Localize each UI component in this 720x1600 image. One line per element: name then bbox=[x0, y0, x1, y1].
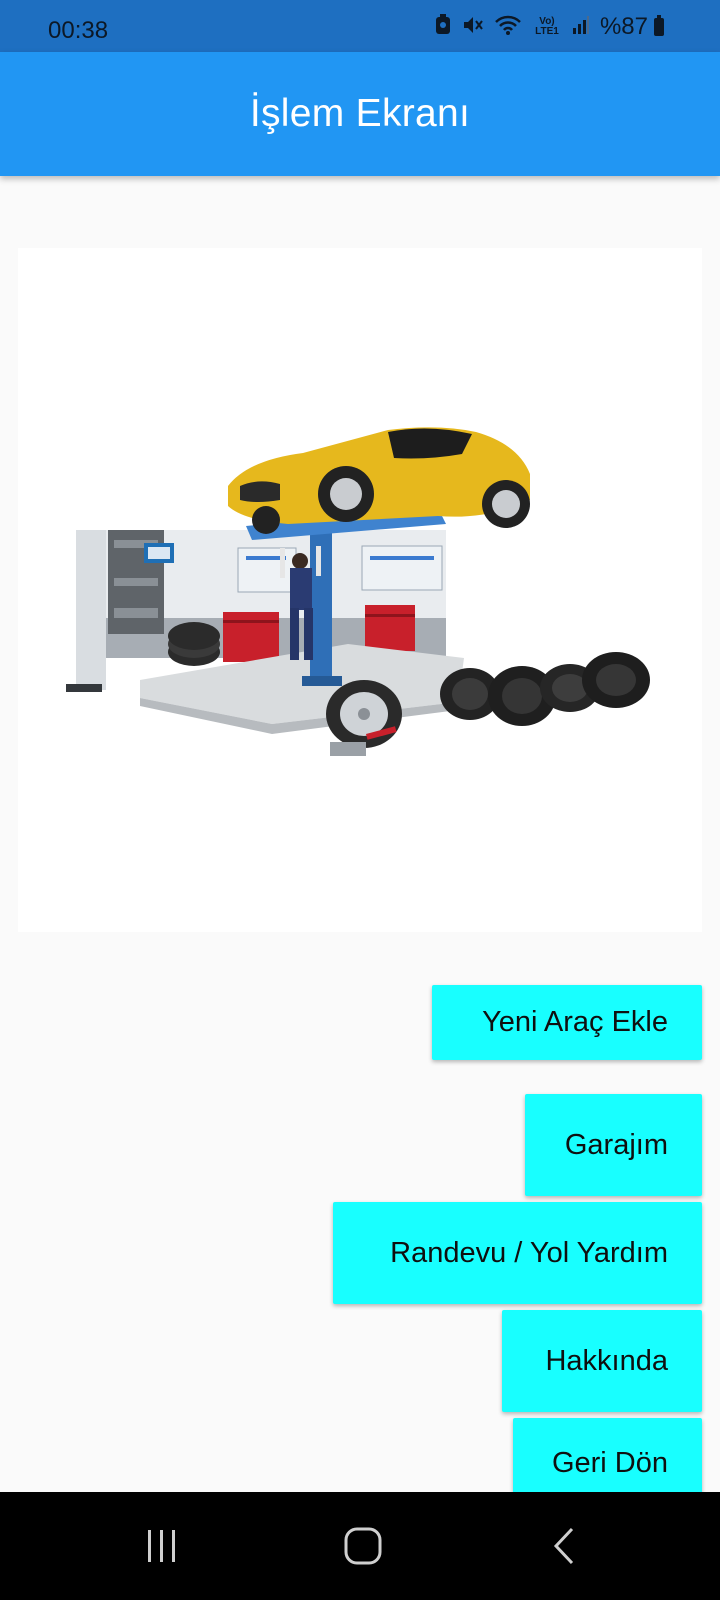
vibrate-mute-icon bbox=[462, 14, 484, 41]
recent-apps-button[interactable] bbox=[132, 1516, 192, 1576]
back-button[interactable] bbox=[534, 1516, 594, 1576]
wifi-icon bbox=[494, 14, 522, 41]
notification-icon bbox=[434, 13, 452, 41]
volte-icon: Vo) LTE1 bbox=[532, 17, 562, 37]
home-button[interactable] bbox=[333, 1516, 393, 1576]
back-icon bbox=[553, 1527, 574, 1565]
status-bar: 00:38 Vo) LTE1 %87 bbox=[0, 0, 720, 52]
battery-icon bbox=[654, 15, 664, 36]
my-garage-button[interactable]: Garajım bbox=[525, 1094, 702, 1196]
hero-image bbox=[18, 248, 702, 932]
add-new-vehicle-button[interactable]: Yeni Araç Ekle bbox=[432, 985, 702, 1060]
recent-apps-icon bbox=[148, 1530, 175, 1562]
app-bar: İşlem Ekranı bbox=[0, 52, 720, 176]
network-label: Vo) LTE1 bbox=[535, 16, 559, 37]
about-button[interactable]: Hakkında bbox=[502, 1310, 702, 1412]
home-icon bbox=[344, 1527, 382, 1565]
status-icons: Vo) LTE1 %87 bbox=[434, 13, 664, 41]
signal-icon bbox=[572, 15, 590, 40]
system-nav-bar bbox=[0, 1492, 720, 1600]
status-time: 00:38 bbox=[48, 17, 109, 44]
page-title: İşlem Ekranı bbox=[249, 92, 471, 135]
appointment-roadside-button[interactable]: Randevu / Yol Yardım bbox=[333, 1202, 702, 1304]
car-garage-lift-image bbox=[66, 427, 650, 756]
battery-percent: %87 bbox=[599, 13, 648, 40]
